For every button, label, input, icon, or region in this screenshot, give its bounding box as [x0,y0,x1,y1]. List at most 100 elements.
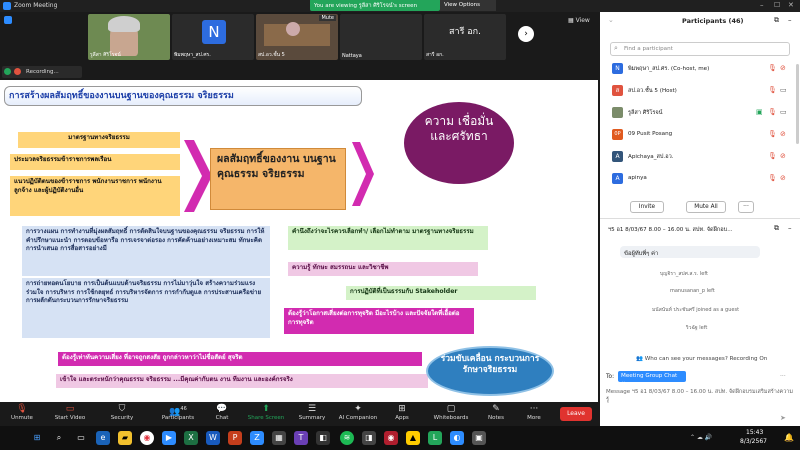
mic-muted-icon[interactable]: 🎙 [768,108,777,116]
whiteboards-button[interactable]: ▢ Whiteboards [426,402,476,426]
more-button[interactable]: ··· More [512,402,556,426]
view-button[interactable]: ▦ View [568,17,590,24]
notification-icon[interactable]: 🔔 [784,433,794,442]
windows-start-icon[interactable]: ⊞ [30,431,44,445]
task-view-icon[interactable]: ▭ [74,431,88,445]
mic-muted-icon[interactable]: 🎙 [768,152,777,160]
green-box-choice: คำนึงถึงว่าจะไรควรเลือกทำ/ เลือกไม่ทำตาม… [288,226,488,250]
start-video-button[interactable]: ▭ Start Video [48,402,92,426]
camera-off-icon[interactable]: ⊘ [780,130,786,138]
avatar: 0P [612,129,623,140]
teams-icon[interactable]: T [294,431,308,445]
next-page-arrow-icon[interactable]: › [518,26,534,42]
more-options-button[interactable]: ··· [738,201,754,213]
mute-all-button[interactable]: Mute All [686,201,726,213]
minimize-icon[interactable]: – [788,16,792,24]
person-figure [286,22,300,36]
chat-more-icon[interactable]: ··· [780,373,786,380]
chat-privacy-notice[interactable]: 👥 Who can see your messages? Recording O… [636,356,767,362]
app-icon[interactable]: ▲ [406,431,420,445]
avatar: A [612,151,623,162]
popout-icon[interactable]: ⧉ [774,16,779,25]
participant-row[interactable]: 0P 09 Pusit Posang 🎙 ⊘ [600,126,800,144]
excel-icon[interactable]: X [184,431,198,445]
chat-input[interactable]: Message ฯ5 อ1 8/03/67 8.00 – 16.00 น. สป… [606,388,794,410]
system-message: manusanan_p left [670,288,715,294]
participant-name: Apichaya_สป.อว. [628,154,674,160]
hair-shape [108,16,140,32]
thumbnail-video[interactable]: รูลีสา ศิริโรจน์ [88,14,170,60]
app-icon[interactable]: ◧ [316,431,330,445]
app-icon[interactable]: ▦ [272,431,286,445]
camera-icon[interactable]: ▭ [780,108,787,116]
word-icon[interactable]: W [206,431,220,445]
file-explorer-icon[interactable]: ▰ [118,431,132,445]
search-icon[interactable]: ⌕ [52,431,66,445]
thumbnail-initial[interactable]: สารี อก. สารี อก. [424,14,506,60]
zoom-app-taskbar-icon[interactable]: Z [250,431,264,445]
mic-muted-icon[interactable]: 🎙 [768,64,777,72]
search-input[interactable]: ⌕ Find a participant [610,42,790,56]
minimize-icon[interactable]: – [788,224,792,232]
system-message: ริวฉัฐ left [686,325,708,331]
popout-icon[interactable]: ⧉ [774,224,779,233]
meeting-info-icon[interactable] [4,16,12,24]
close-icon[interactable]: ✕ [788,1,794,9]
collapse-icon[interactable]: ⌄ [608,16,614,24]
summary-button[interactable]: ☰ Summary [290,402,334,426]
send-icon[interactable]: ➤ [780,414,786,422]
zoom-taskbar-icon[interactable]: ▶ [162,431,176,445]
avatar: N [612,63,623,74]
participant-row[interactable]: A Apichaya_สป.อว. 🎙 ⊘ [600,148,800,166]
label-ethics-standard: มาตรฐานทางจริยธรรม [18,132,180,148]
more-label: More [527,415,541,421]
app-icon[interactable]: ◨ [362,431,376,445]
app-icon[interactable]: ◉ [384,431,398,445]
app-icon[interactable]: ▣ [472,431,486,445]
view-options-button[interactable]: View Options [440,0,496,11]
system-tray-icons[interactable]: ⌃ ☁ 🔊 [690,434,712,441]
camera-off-icon[interactable]: ⊘ [780,64,786,72]
minimize-icon[interactable]: – [760,1,764,9]
mic-muted-icon[interactable]: 🎙 [768,174,777,182]
mic-muted-icon[interactable]: 🎙 [768,86,777,94]
chrome-icon[interactable]: ◉ [140,431,154,445]
thumbnail-video[interactable]: Mute สป.อว.ชั้น 5 [256,14,338,60]
window-title: Zoom Meeting [14,2,58,9]
participant-row[interactable]: N พิมพฤษา_สป.ศร. (Co-host, me) 🎙 ⊘ [600,60,800,78]
spotify-icon[interactable]: ≋ [340,431,354,445]
share-screen-button[interactable]: ⬆ Share Screen [244,402,288,426]
participant-row[interactable]: A apinya 🎙 ⊘ [600,170,800,188]
participants-button[interactable]: 👥46 Participants [156,402,200,426]
system-message: บุญจิรา_สปศ.ส.ร. left [660,271,708,277]
camera-off-icon[interactable]: ⊘ [780,174,786,182]
participant-row[interactable]: ส สป.อว.ชั้น 5 (Host) 🎙 ▭ [600,82,800,100]
leave-button[interactable]: Leave [560,407,592,421]
recording-indicator[interactable]: Recording... [2,66,82,78]
edge-icon[interactable]: e [96,431,110,445]
screen-share-icon[interactable]: ▣ [756,108,763,116]
chat-message-bubble: ข้อผู้ทับพี่ๆ ค่า [620,246,760,258]
trust-oval: ความ เชื่อมั่น และศรัทธา [404,102,514,184]
mic-muted-icon[interactable]: 🎙 [768,130,777,138]
participants-panel: ⌄ Participants (46) ⧉ – ⌕ Find a partici… [600,12,800,426]
thumbnail-blank[interactable]: Nattaya [340,14,422,60]
maximize-icon[interactable]: ☐ [774,1,780,9]
scrollbar[interactable] [796,64,799,144]
line-icon[interactable]: L [428,431,442,445]
apps-button[interactable]: ⊞ Apps [380,402,424,426]
invite-button[interactable]: Invite [630,201,664,213]
unmute-button[interactable]: 🎙 Unmute [0,402,44,426]
chat-button[interactable]: 💬 Chat [200,402,244,426]
app-icon[interactable]: ◐ [450,431,464,445]
thumbnail-initial[interactable]: N พิมพฤษา_สป.ศร. [172,14,254,60]
chat-recipient-dropdown[interactable]: Meeting Group Chat ⌄ [618,371,686,385]
powerpoint-icon[interactable]: P [228,431,242,445]
participant-name: 09 Pusit Posang [628,131,673,137]
security-button[interactable]: ⛉ Security [100,402,144,426]
participant-row[interactable]: รูลีสา ศิริโรจน์ ▣ 🎙 ▭ [600,104,800,122]
os-taskbar: ⊞ ⌕ ▭ e ▰ ◉ ▶ X W P Z ▦ T ◧ ≋ ◨ ◉ ▲ L ◐ … [0,426,800,450]
ai-companion-button[interactable]: ✦ AI Companion [334,402,382,426]
camera-off-icon[interactable]: ⊘ [780,152,786,160]
camera-icon[interactable]: ▭ [780,86,787,94]
